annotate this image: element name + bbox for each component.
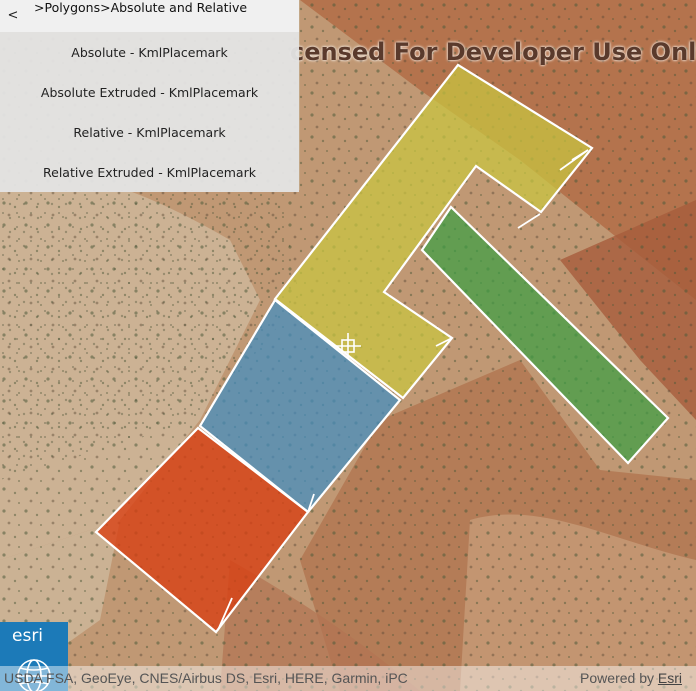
sample-menu-panel: < >Polygons>Absolute and Relative Absolu… (0, 0, 299, 192)
developer-watermark: censed For Developer Use Only (290, 38, 696, 66)
esri-link[interactable]: Esri (658, 670, 682, 686)
menu-item-relative-extruded[interactable]: Relative Extruded - KmlPlacemark (0, 155, 299, 191)
menu-item-relative[interactable]: Relative - KmlPlacemark (0, 115, 299, 151)
powered-by: Powered by Esri (580, 670, 682, 686)
esri-logo-text: esri (12, 626, 44, 646)
back-button[interactable]: < (6, 7, 20, 25)
menu-item-absolute[interactable]: Absolute - KmlPlacemark (0, 35, 299, 71)
powered-by-label: Powered by (580, 670, 658, 686)
attribution-bar: USDA FSA, GeoEye, CNES/Airbus DS, Esri, … (0, 666, 696, 691)
breadcrumb: >Polygons>Absolute and Relative (34, 0, 248, 15)
menu-item-absolute-extruded[interactable]: Absolute Extruded - KmlPlacemark (0, 75, 299, 111)
panel-header: < >Polygons>Absolute and Relative (0, 0, 299, 32)
attribution-text: USDA FSA, GeoEye, CNES/Airbus DS, Esri, … (4, 670, 408, 686)
